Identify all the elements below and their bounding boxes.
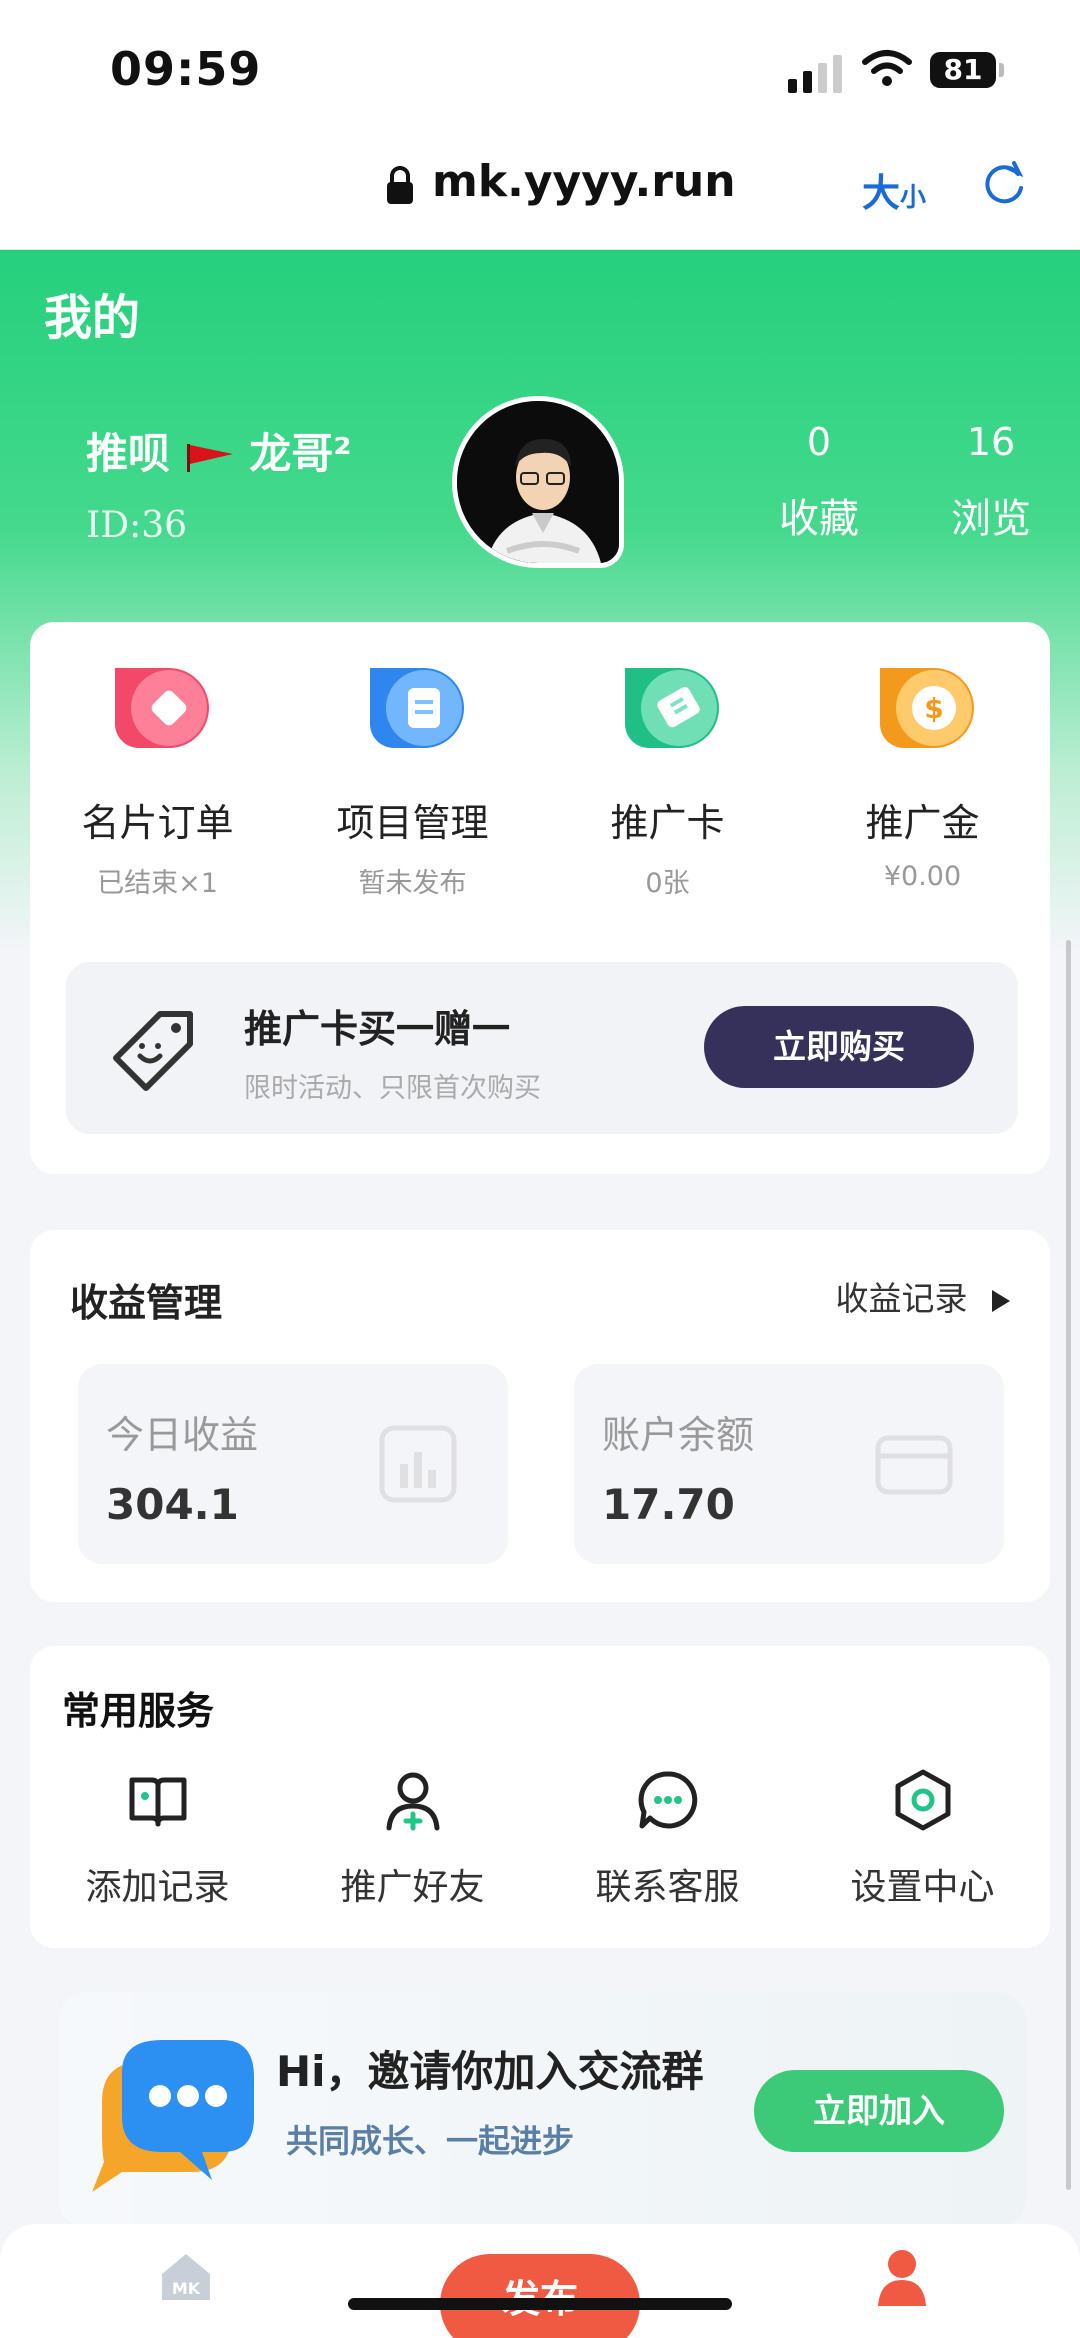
status-bar: 09:59 81 xyxy=(0,0,1080,130)
earnings-card: 收益管理 收益记录 今日收益 304.1 账户余额 17.70 xyxy=(30,1230,1050,1602)
svg-text:$: $ xyxy=(924,692,943,725)
grid-item-promo-funds[interactable]: $ 推广金 ¥0.00 xyxy=(795,658,1050,900)
promo-subtitle: 限时活动、只限首次购买 xyxy=(244,1073,541,1104)
today-earnings-box[interactable]: 今日收益 304.1 xyxy=(78,1364,508,1564)
add-friend-icon xyxy=(386,1772,439,1831)
avatar[interactable] xyxy=(452,396,624,568)
tab-profile-icon[interactable] xyxy=(872,2246,932,2306)
buy-now-button[interactable]: 立即购买 xyxy=(704,1006,974,1088)
dollar-coin-icon: $ xyxy=(879,668,974,748)
grid-item-promo-card[interactable]: 推广卡 0张 xyxy=(540,658,795,900)
wifi-icon xyxy=(862,50,912,86)
user-id: ID:36 xyxy=(86,505,188,546)
text-size-button[interactable]: 大小 xyxy=(862,162,926,217)
earnings-records-link[interactable]: 收益记录 xyxy=(836,1272,1010,1320)
browser-address-bar[interactable]: mk.yyyy.run 大小 xyxy=(0,130,1080,250)
account-balance-box[interactable]: 账户余额 17.70 xyxy=(574,1364,1004,1564)
stat-favorites[interactable]: 0 收藏 xyxy=(764,420,874,544)
settings-hexagon-icon xyxy=(895,1769,950,1831)
quick-actions-card: 名片订单 已结束×1 项目管理 暂未发布 推广卡 0张 $ 推广金 ¥0.00 … xyxy=(30,622,1050,1174)
lock-icon xyxy=(387,166,413,204)
invite-title: Hi，邀请你加入交流群 xyxy=(276,2047,704,2096)
document-icon xyxy=(369,668,464,748)
page-title: 我的 xyxy=(44,290,141,346)
chat-bubbles-icon xyxy=(92,2040,254,2192)
tab-post-button[interactable]: 发布 xyxy=(440,2254,640,2338)
grid-item-card-orders[interactable]: 名片订单 已结束×1 xyxy=(30,658,285,900)
account-balance-value: 17.70 xyxy=(602,1480,735,1529)
scrollbar[interactable] xyxy=(1066,940,1071,2190)
join-now-button[interactable]: 立即加入 xyxy=(754,2070,1004,2152)
service-add-record[interactable]: 添加记录 xyxy=(30,1768,285,1910)
bar-chart-icon xyxy=(379,1425,457,1503)
today-earnings-value: 304.1 xyxy=(106,1480,239,1529)
home-indicator xyxy=(348,2298,732,2310)
service-settings[interactable]: 设置中心 xyxy=(795,1768,1050,1910)
service-customer-support[interactable]: 联系客服 xyxy=(540,1768,795,1910)
earnings-title: 收益管理 xyxy=(70,1281,223,1325)
invite-subtitle: 共同成长、一起进步 xyxy=(286,2122,575,2160)
promo-banner[interactable]: 推广卡买一赠一 限时活动、只限首次购买 立即购买 xyxy=(66,962,1018,1134)
chat-icon xyxy=(638,1771,697,1829)
play-arrow-icon xyxy=(992,1290,1010,1312)
reload-icon[interactable] xyxy=(980,160,1028,208)
services-card: 常用服务 添加记录 推广好友 联系客服 设置中心 xyxy=(30,1646,1050,1948)
tab-home-icon[interactable]: MK xyxy=(158,2250,214,2302)
services-title: 常用服务 xyxy=(62,1689,215,1733)
url-text[interactable]: mk.yyyy.run xyxy=(432,156,736,207)
ticket-icon xyxy=(624,668,719,748)
grid-item-projects[interactable]: 项目管理 暂未发布 xyxy=(285,658,540,900)
join-group-banner[interactable]: Hi，邀请你加入交流群 共同成长、一起进步 立即加入 xyxy=(58,1992,1026,2228)
battery-indicator: 81 xyxy=(930,52,1004,88)
svg-text:MK: MK xyxy=(172,2279,201,2298)
red-flag-icon xyxy=(186,443,233,472)
bottom-tab-bar: MK 发布 xyxy=(0,2224,1080,2338)
cellular-signal-icon xyxy=(788,55,842,93)
user-name: 推呗 龙哥² xyxy=(86,429,352,478)
stat-views[interactable]: 16 浏览 xyxy=(936,420,1046,544)
wallet-icon xyxy=(875,1435,953,1495)
status-time: 09:59 xyxy=(110,42,262,96)
promo-title: 推广卡买一赠一 xyxy=(244,1007,511,1051)
diamond-card-icon xyxy=(114,668,209,748)
price-tag-icon xyxy=(113,1011,193,1091)
service-invite-friends[interactable]: 推广好友 xyxy=(285,1768,540,1910)
book-icon xyxy=(129,1777,186,1827)
